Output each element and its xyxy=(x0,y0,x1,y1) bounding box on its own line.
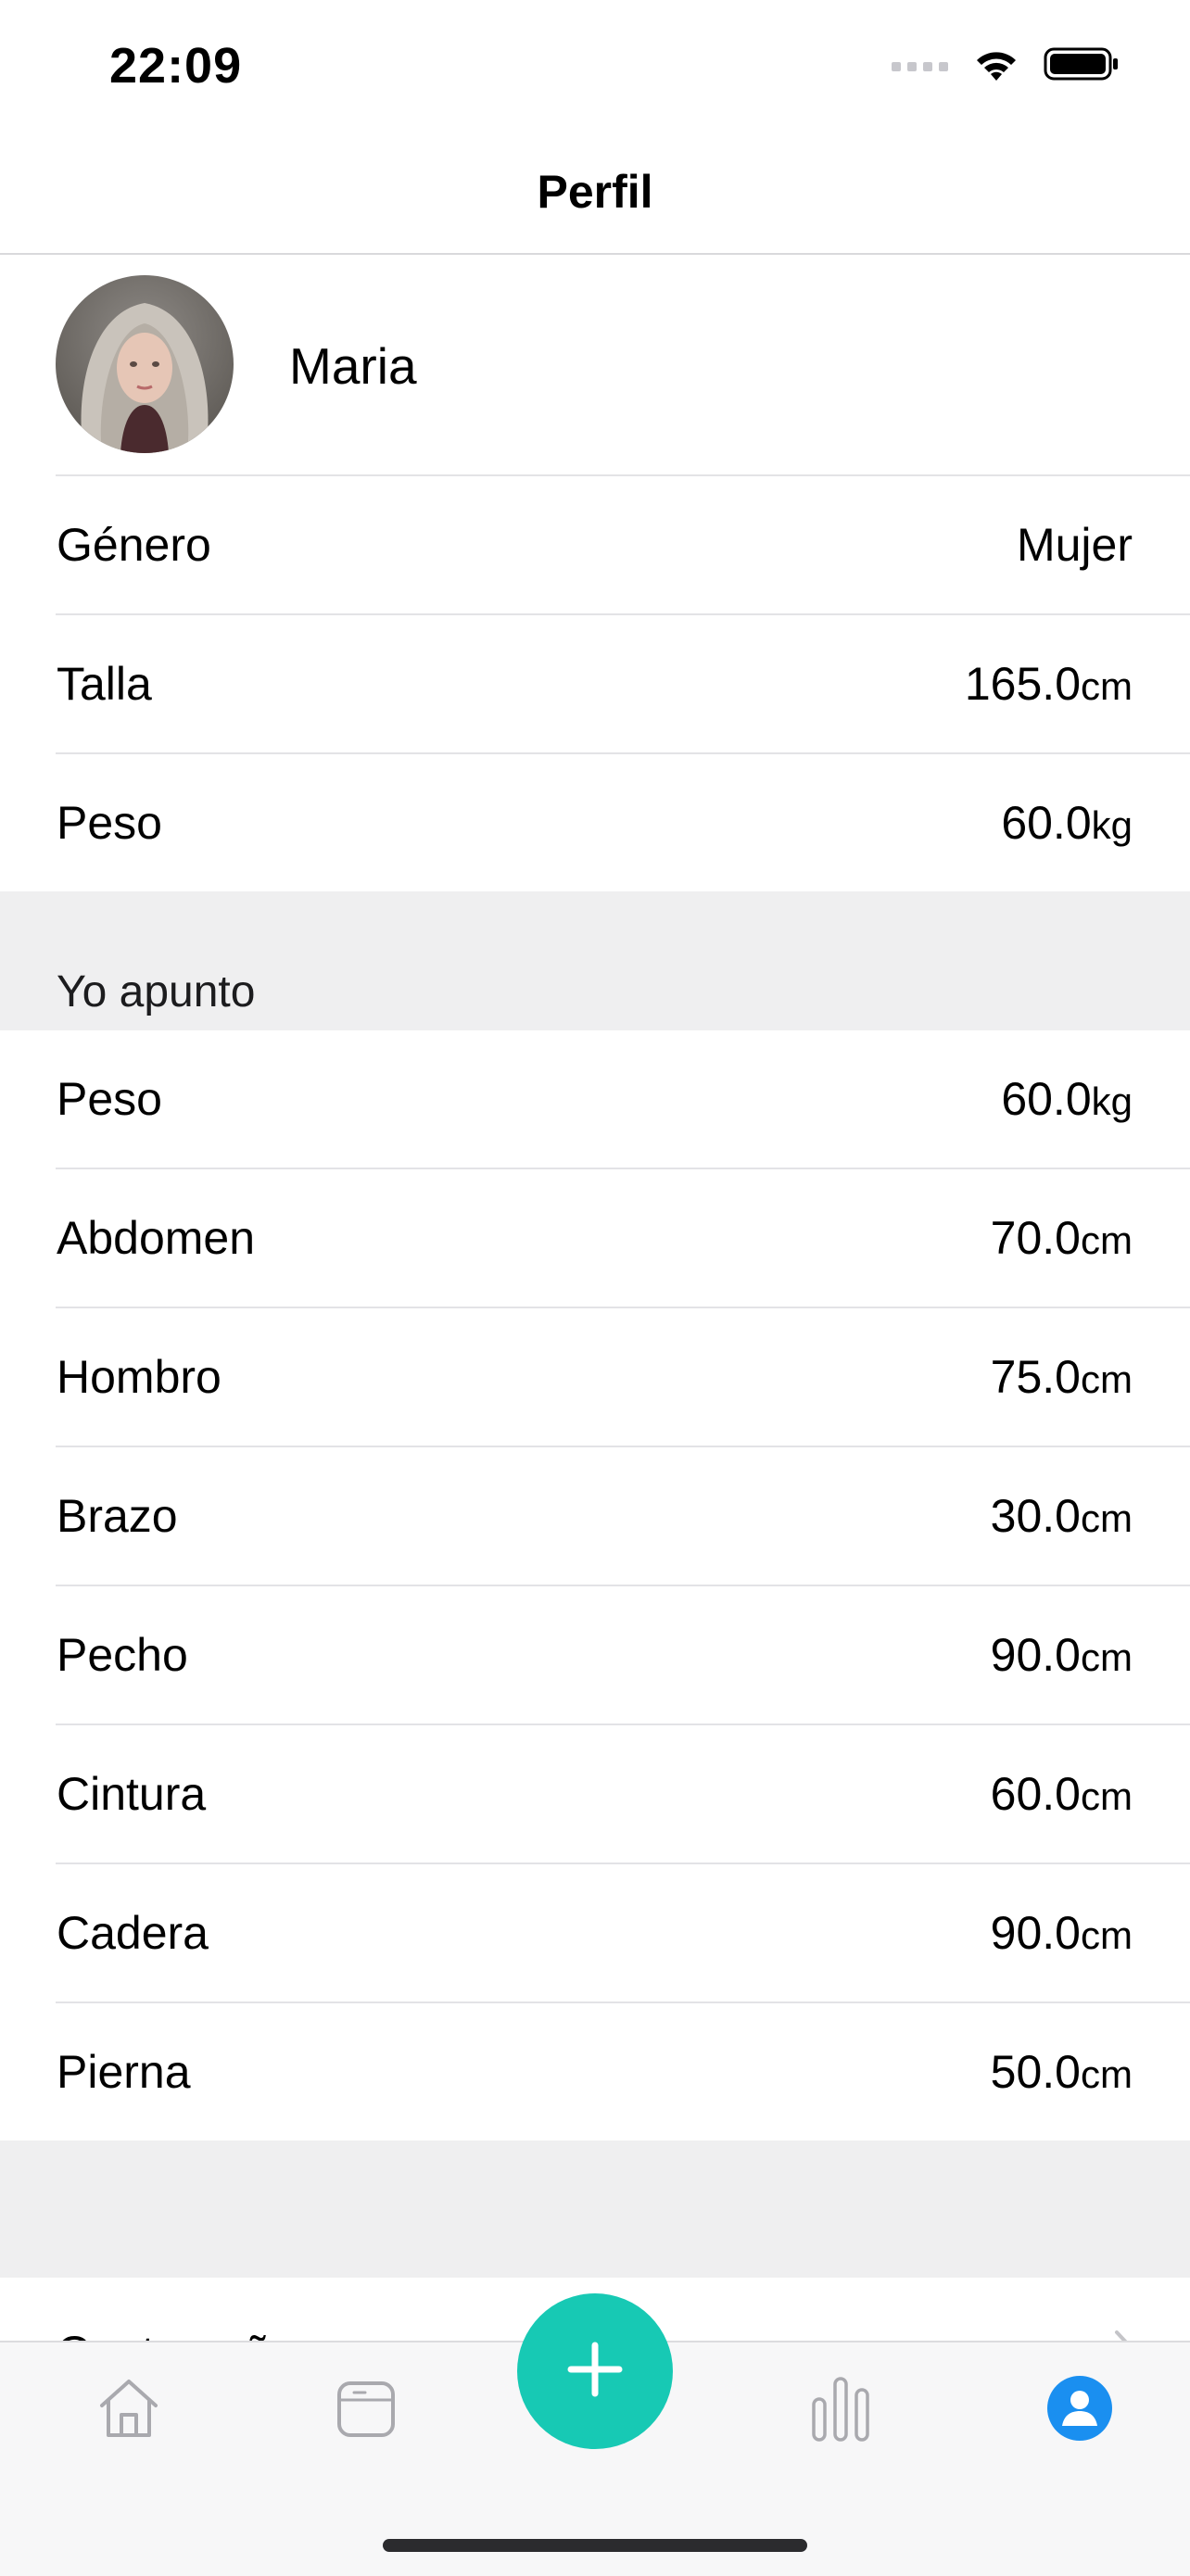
status-time: 22:09 xyxy=(109,38,243,94)
stats-bars-icon xyxy=(810,2375,871,2446)
measurement-row-chest[interactable]: Pecho 90.0cm xyxy=(0,1586,1190,1724)
status-bar: 22:09 xyxy=(0,0,1190,130)
weight-row[interactable]: Peso 60.0kg xyxy=(0,754,1190,891)
section-header-container: Yo apunto xyxy=(0,891,1190,1030)
avatar[interactable] xyxy=(56,275,234,453)
row-value: 60.0kg xyxy=(1001,797,1133,849)
row-value: 70.0cm xyxy=(990,1212,1133,1264)
row-value: 90.0cm xyxy=(990,1629,1133,1681)
row-label: Brazo xyxy=(57,1490,178,1542)
profile-name: Maria xyxy=(289,337,417,395)
row-label: Hombro xyxy=(57,1351,222,1403)
row-label: Género xyxy=(57,519,211,571)
row-label: Pierna xyxy=(57,2046,191,2098)
row-label: Peso xyxy=(57,1073,162,1125)
row-value: Mujer xyxy=(1016,519,1133,571)
row-value: 165.0cm xyxy=(964,658,1133,710)
row-value: 50.0cm xyxy=(990,2046,1133,2098)
measurement-row-weight[interactable]: Peso 60.0kg xyxy=(0,1030,1190,1168)
tab-statistics[interactable] xyxy=(799,2368,882,2452)
row-value: 90.0cm xyxy=(990,1907,1133,1959)
row-label: Pecho xyxy=(57,1629,188,1681)
section-header: Yo apunto xyxy=(57,967,256,1017)
row-value: 60.0cm xyxy=(990,1768,1133,1820)
gender-row[interactable]: Género Mujer xyxy=(0,476,1190,613)
profile-icon xyxy=(1046,2375,1113,2446)
row-label: Talla xyxy=(57,658,152,710)
row-label: Peso xyxy=(57,797,162,849)
wifi-icon xyxy=(973,45,1019,87)
tab-home[interactable] xyxy=(87,2368,171,2452)
navigation-bar: Perfil xyxy=(0,130,1190,255)
row-label: Abdomen xyxy=(57,1212,256,1264)
cellular-signal-icon xyxy=(892,57,949,76)
row-label: Cadera xyxy=(57,1907,209,1959)
home-indicator xyxy=(383,2539,807,2552)
profile-list[interactable]: Maria Género Mujer Talla 165.0cm Peso 60… xyxy=(0,255,1190,2370)
page-title: Perfil xyxy=(537,166,653,218)
profile-header-row[interactable]: Maria xyxy=(0,255,1190,474)
battery-icon xyxy=(1044,45,1120,87)
row-value: 60.0kg xyxy=(1001,1073,1133,1125)
calendar-card-icon xyxy=(335,2378,397,2443)
measurement-row-arm[interactable]: Brazo 30.0cm xyxy=(0,1447,1190,1585)
measurement-row-shoulder[interactable]: Hombro 75.0cm xyxy=(0,1308,1190,1446)
status-icons xyxy=(892,43,1120,89)
measurement-row-waist[interactable]: Cintura 60.0cm xyxy=(0,1725,1190,1863)
add-icon xyxy=(565,2340,625,2404)
add-button[interactable] xyxy=(517,2293,673,2449)
measurement-row-leg[interactable]: Pierna 50.0cm xyxy=(0,2003,1190,2140)
measurement-row-abdomen[interactable]: Abdomen 70.0cm xyxy=(0,1169,1190,1307)
tab-profile[interactable] xyxy=(1038,2368,1121,2452)
section-spacer xyxy=(0,2140,1190,2278)
row-value: 30.0cm xyxy=(990,1490,1133,1542)
home-icon xyxy=(96,2376,161,2445)
tab-records[interactable] xyxy=(324,2368,408,2452)
measurement-row-hip[interactable]: Cadera 90.0cm xyxy=(0,1864,1190,2001)
row-label: Cintura xyxy=(57,1768,207,1820)
height-row[interactable]: Talla 165.0cm xyxy=(0,615,1190,752)
row-value: 75.0cm xyxy=(990,1351,1133,1403)
